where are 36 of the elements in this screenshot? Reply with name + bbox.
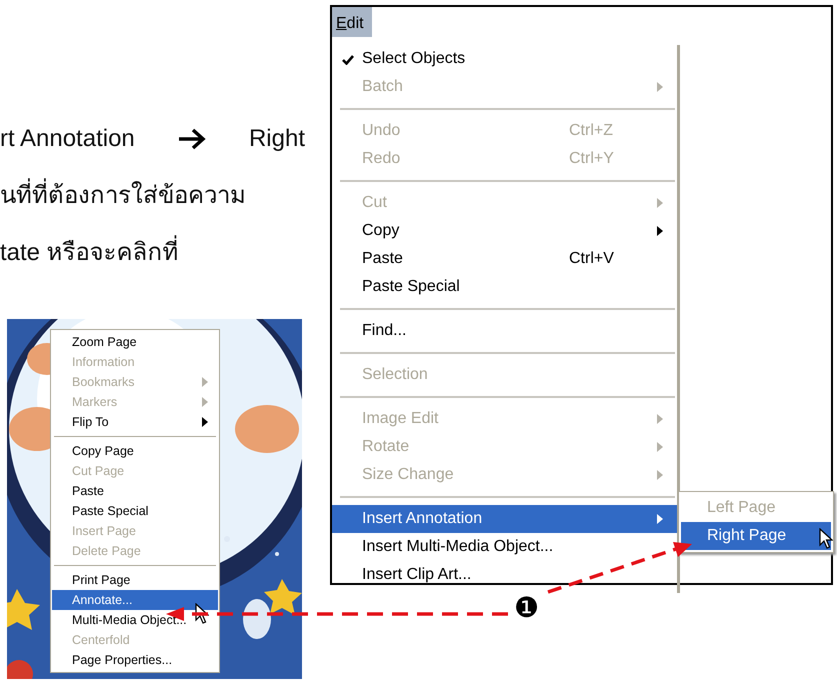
shortcut-text: Ctrl+Y (569, 150, 614, 167)
shortcut-text: Ctrl+Z (569, 122, 613, 139)
shortcut-text: Ctrl+V (569, 250, 614, 267)
menu-item[interactable]: Find... (332, 317, 677, 345)
mouse-pointer-icon (195, 603, 209, 625)
checkmark-icon (342, 54, 354, 64)
instruction-text: Right (248, 124, 305, 154)
menu-item[interactable]: Paste (52, 481, 218, 501)
submenu-arrow-icon (657, 414, 663, 424)
instruction-text: นที่ที่ต้องการใส่ข้อความ (0, 167, 305, 224)
instruction-text: tate หรือจะคลิกที่ (0, 224, 305, 281)
menu-item[interactable]: Copy Page (52, 441, 218, 461)
menu-item[interactable]: Multi-Media Object... (52, 610, 218, 630)
menu-item[interactable]: Select Objects (332, 45, 677, 73)
submenu-arrow-icon (657, 442, 663, 452)
menu-item[interactable]: Annotate... (52, 590, 218, 610)
menu-bar-item[interactable]: Edit (332, 7, 372, 37)
menu-item[interactable]: Zoom Page (52, 332, 218, 352)
menu-item[interactable]: Paste Special (332, 273, 677, 301)
menu-item[interactable]: Insert Clip Art... (332, 561, 677, 589)
submenu-arrow-icon (657, 226, 663, 236)
menu-item[interactable]: Paste Special (52, 501, 218, 521)
submenu-arrow-icon (657, 198, 663, 208)
submenu-arrow-icon (657, 514, 663, 524)
submenu-arrow-icon (657, 470, 663, 480)
menu-item[interactable]: Insert Annotation (332, 505, 677, 533)
menu-item[interactable]: Paste Ctrl+V (332, 245, 677, 273)
submenu-arrow-icon (657, 82, 663, 92)
menu-item[interactable]: Page Properties... (52, 650, 218, 670)
arrow-icon (178, 128, 206, 150)
menu-item[interactable]: Copy (332, 217, 677, 245)
menu-item[interactable]: Flip To (52, 412, 218, 432)
menu-item[interactable]: Right Page (681, 522, 831, 550)
instruction-text: rt Annotation (0, 124, 135, 154)
menu-item[interactable]: Print Page (52, 570, 218, 590)
menu-item[interactable]: Insert Multi-Media Object... (332, 533, 677, 561)
